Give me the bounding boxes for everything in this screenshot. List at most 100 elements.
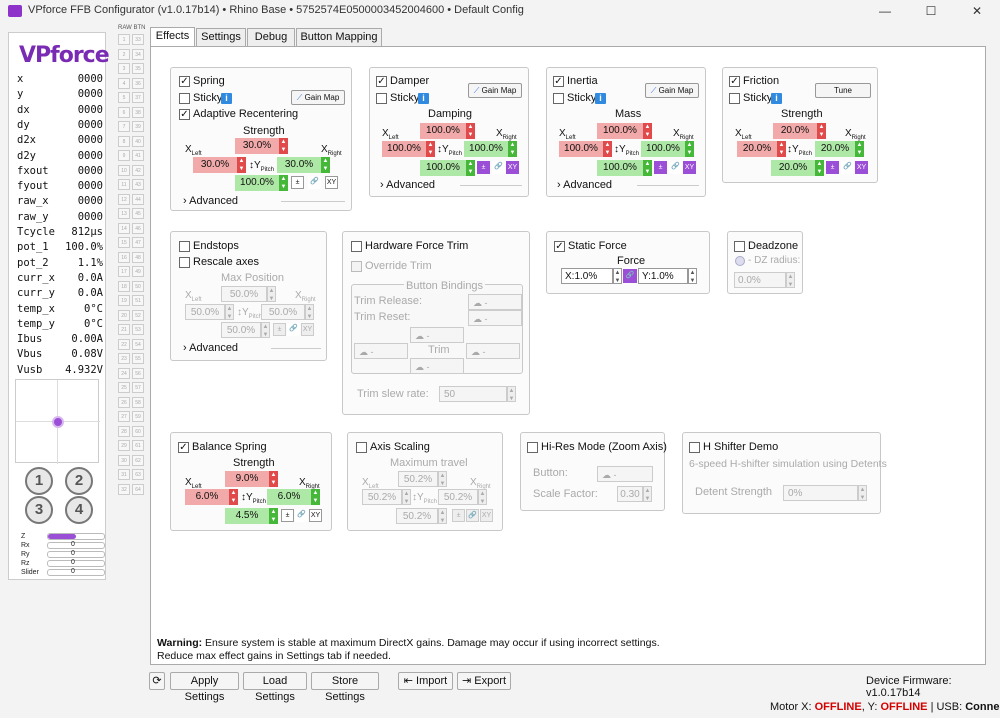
damper-center-stepper[interactable]: ▲ ▼: [466, 123, 475, 139]
link-icon[interactable]: 🔗: [295, 509, 308, 522]
trim-down-binding[interactable]: ☁ -: [410, 358, 464, 374]
link-icon[interactable]: 🔗: [308, 176, 321, 189]
trim-release-binding[interactable]: ☁ -: [468, 294, 522, 310]
deadzone-checkbox[interactable]: [734, 241, 745, 252]
import-button[interactable]: ⇤ Import: [398, 672, 453, 690]
inertia-plusminus-button[interactable]: ±: [654, 161, 667, 174]
damper-bottom-stepper[interactable]: ▲ ▼: [466, 160, 475, 176]
apply-settings-button[interactable]: Apply Settings: [170, 672, 239, 703]
friction-bottom-stepper[interactable]: ▲ ▼: [815, 160, 824, 176]
inertia-xy-button[interactable]: XY: [683, 161, 696, 174]
static-force-x-stepper[interactable]: ▲ ▼: [613, 268, 622, 284]
adaptive-recentering-checkbox[interactable]: ✓: [179, 109, 190, 120]
endstops-center-value[interactable]: 50.0%: [221, 286, 267, 302]
friction-center-stepper[interactable]: ▲ ▼: [817, 123, 826, 139]
balance-xy-button[interactable]: XY: [309, 509, 322, 522]
detent-strength-input[interactable]: 0%: [783, 485, 858, 501]
inertia-ypitch-stepper[interactable]: ▲ ▼: [685, 141, 694, 157]
damper-advanced-toggle[interactable]: › Advanced: [380, 179, 435, 191]
hires-mode-checkbox[interactable]: [527, 442, 538, 453]
inertia-checkbox[interactable]: ✓: [553, 76, 564, 87]
link-icon[interactable]: 🔗: [466, 509, 479, 522]
damper-center-value[interactable]: 100.0%: [420, 123, 466, 139]
axisscaling-xleft-stepper[interactable]: ▲ ▼: [402, 489, 411, 505]
export-button[interactable]: ⇥ Export: [457, 672, 511, 690]
store-settings-button[interactable]: Store Settings: [311, 672, 379, 703]
axisscaling-center-value[interactable]: 50.2%: [398, 471, 438, 487]
axisscaling-ypitch-value[interactable]: 50.2%: [438, 489, 478, 505]
damper-bottom-value[interactable]: 100.0%: [420, 160, 466, 176]
info-icon[interactable]: i: [418, 93, 429, 104]
spring-checkbox[interactable]: ✓: [179, 76, 190, 87]
hires-scale-factor-input[interactable]: 0.30: [617, 486, 643, 502]
spring-xleft-value[interactable]: 30.0%: [193, 157, 237, 173]
spring-advanced-toggle[interactable]: › Advanced: [183, 195, 238, 207]
inertia-sticky-checkbox[interactable]: [553, 93, 564, 104]
info-icon[interactable]: i: [595, 93, 606, 104]
friction-ypitch-stepper[interactable]: ▲ ▼: [855, 141, 864, 157]
endstops-xy-button[interactable]: XY: [301, 323, 314, 336]
rescale-axes-checkbox[interactable]: [179, 257, 190, 268]
inertia-bottom-value[interactable]: 100.0%: [597, 160, 643, 176]
minimize-button[interactable]: —: [862, 0, 908, 22]
spring-sticky-checkbox[interactable]: [179, 93, 190, 104]
dz-radius-input[interactable]: 0.0%: [734, 272, 786, 288]
h-shifter-checkbox[interactable]: [689, 442, 700, 453]
link-icon[interactable]: 🔗: [287, 323, 300, 336]
friction-sticky-checkbox[interactable]: [729, 93, 740, 104]
hires-button-binding[interactable]: ☁ -: [597, 466, 653, 482]
balance-bottom-value[interactable]: 4.5%: [225, 508, 269, 524]
balance-spring-checkbox[interactable]: ✓: [178, 442, 189, 453]
axisscaling-xleft-value[interactable]: 50.2%: [362, 489, 402, 505]
trim-left-binding[interactable]: ☁ -: [354, 343, 408, 359]
inertia-xleft-value[interactable]: 100.0%: [559, 141, 603, 157]
endstops-ypitch-value[interactable]: 50.0%: [261, 304, 305, 320]
axisscaling-xy-button[interactable]: XY: [480, 509, 493, 522]
balance-center-stepper[interactable]: ▲ ▼: [269, 471, 278, 487]
balance-xleft-value[interactable]: 6.0%: [185, 489, 229, 505]
spring-bottom-value[interactable]: 100.0%: [235, 175, 279, 191]
balance-center-value[interactable]: 9.0%: [225, 471, 269, 487]
link-icon[interactable]: 🔗: [669, 161, 682, 174]
spring-xy-button[interactable]: XY: [325, 176, 338, 189]
endstops-xleft-stepper[interactable]: ▲ ▼: [225, 304, 234, 320]
axisscaling-bottom-stepper[interactable]: ▲ ▼: [438, 508, 447, 524]
endstops-plusminus-button[interactable]: ±: [273, 323, 286, 336]
link-icon[interactable]: 🔗: [492, 161, 505, 174]
endstops-checkbox[interactable]: [179, 241, 190, 252]
maximize-button[interactable]: ☐: [908, 0, 954, 22]
static-force-y-stepper[interactable]: ▲ ▼: [688, 268, 697, 284]
tab-effects[interactable]: Effects: [150, 27, 195, 46]
static-force-x-input[interactable]: X:1.0%: [561, 268, 613, 284]
friction-xleft-value[interactable]: 20.0%: [737, 141, 777, 157]
damper-xy-button[interactable]: XY: [506, 161, 519, 174]
damper-xleft-value[interactable]: 100.0%: [382, 141, 426, 157]
endstops-bottom-stepper[interactable]: ▲ ▼: [261, 322, 270, 338]
spring-center-stepper[interactable]: ▲ ▼: [279, 138, 288, 154]
spring-ypitch-stepper[interactable]: ▲ ▼: [321, 157, 330, 173]
inertia-ypitch-value[interactable]: 100.0%: [641, 141, 685, 157]
inertia-advanced-toggle[interactable]: › Advanced: [557, 179, 612, 191]
damper-ypitch-value[interactable]: 100.0%: [464, 141, 508, 157]
endstops-ypitch-stepper[interactable]: ▲ ▼: [305, 304, 314, 320]
static-force-y-input[interactable]: Y:1.0%: [638, 268, 688, 284]
inertia-gainmap-button[interactable]: ⟋ Gain Map: [645, 83, 699, 98]
axisscaling-ypitch-stepper[interactable]: ▲ ▼: [478, 489, 487, 505]
damper-xleft-stepper[interactable]: ▲ ▼: [426, 141, 435, 157]
balance-bottom-stepper[interactable]: ▲ ▼: [269, 508, 278, 524]
axisscaling-plusminus-button[interactable]: ±: [452, 509, 465, 522]
spring-gainmap-button[interactable]: ⟋ Gain Map: [291, 90, 345, 105]
dz-radius-stepper[interactable]: ▲ ▼: [786, 272, 795, 288]
inertia-xleft-stepper[interactable]: ▲ ▼: [603, 141, 612, 157]
info-icon[interactable]: i: [221, 93, 232, 104]
axisscaling-center-stepper[interactable]: ▲ ▼: [438, 471, 447, 487]
static-force-checkbox[interactable]: ✓: [554, 241, 565, 252]
axis-scaling-checkbox[interactable]: [356, 442, 367, 453]
close-button[interactable]: ✕: [954, 0, 1000, 22]
spring-xleft-stepper[interactable]: ▲ ▼: [237, 157, 246, 173]
trim-slew-rate-input[interactable]: 50: [439, 386, 507, 402]
trim-right-binding[interactable]: ☁ -: [466, 343, 520, 359]
endstops-xleft-value[interactable]: 50.0%: [185, 304, 225, 320]
balance-xleft-stepper[interactable]: ▲ ▼: [229, 489, 238, 505]
spring-center-value[interactable]: 30.0%: [235, 138, 279, 154]
